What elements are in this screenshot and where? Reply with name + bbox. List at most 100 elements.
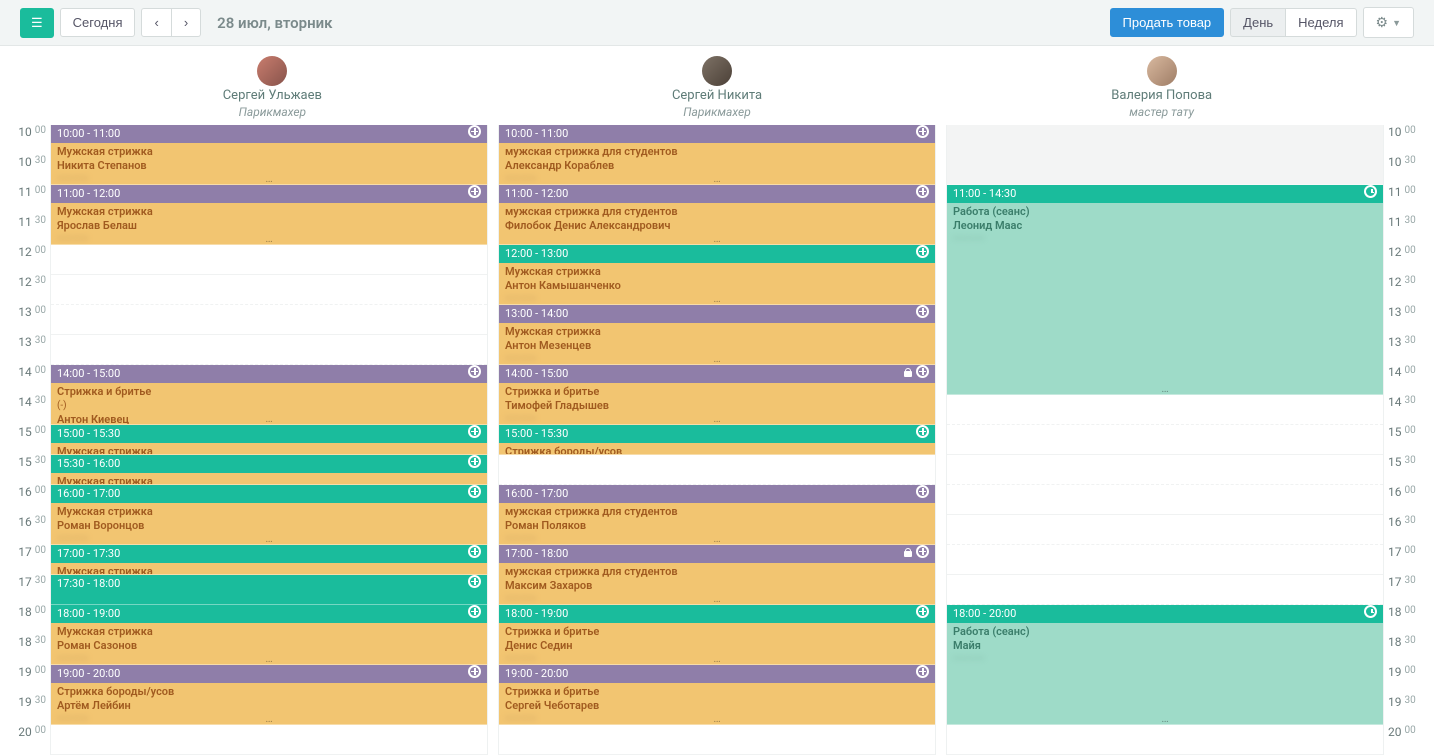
time-label: 12 00: [0, 245, 46, 275]
staff-column[interactable]: 11:00 - 14:30Работа (сеанс)Леонид Маас——…: [946, 125, 1384, 755]
staff-name-link[interactable]: Валерия Попова: [1111, 88, 1212, 103]
appointment[interactable]: 18:00 - 19:00Мужская стрижкаРоман Сазоно…: [51, 605, 487, 665]
appointment-client: Роман Сазонов: [57, 639, 481, 653]
plus-icon[interactable]: [916, 365, 929, 378]
appointment[interactable]: 15:30 - 16:00Мужская стрижка: [51, 455, 487, 485]
staff-cell[interactable]: Валерия Попова мастер тату: [939, 56, 1384, 119]
plus-icon[interactable]: [468, 455, 481, 468]
appointment[interactable]: 19:00 - 20:00Стрижка бороды/усовАртём Ле…: [51, 665, 487, 725]
today-button[interactable]: Сегодня: [60, 8, 136, 37]
day-view-button[interactable]: День: [1230, 8, 1286, 37]
plus-icon[interactable]: [916, 605, 929, 618]
appointment[interactable]: 16:00 - 17:00мужская стрижка для студент…: [499, 485, 935, 545]
clock-icon[interactable]: [1364, 185, 1377, 198]
appointment-client: Александр Кораблев: [505, 159, 929, 173]
appointment[interactable]: 17:00 - 17:30Мужская стрижка: [51, 545, 487, 575]
appointment-service: Стрижка бороды/усов: [57, 685, 481, 699]
plus-icon[interactable]: [916, 665, 929, 678]
time-label: 19 00: [0, 665, 46, 695]
time-label: 16 30: [0, 515, 46, 545]
appointment-time: 16:00 - 17:00: [505, 485, 568, 503]
appointment[interactable]: 18:00 - 20:00Работа (сеанс)Майя————…: [947, 605, 1383, 725]
staff-name-link[interactable]: Сергей Ульжаев: [223, 88, 322, 103]
time-label: 17 30: [1388, 575, 1434, 605]
plus-icon[interactable]: [916, 245, 929, 258]
appointment[interactable]: 10:00 - 11:00мужская стрижка для студент…: [499, 125, 935, 185]
plus-icon[interactable]: [468, 185, 481, 198]
appointment[interactable]: 11:00 - 14:30Работа (сеанс)Леонид Маас——…: [947, 185, 1383, 395]
time-label: 14 00: [0, 365, 46, 395]
appointment-service: Стрижка и бритье: [505, 625, 929, 639]
appointment-client: Денис Седин: [505, 639, 929, 653]
appointment-header: 18:00 - 19:00: [499, 605, 935, 623]
appointment[interactable]: 10:00 - 11:00Мужская стрижкаНикита Степа…: [51, 125, 487, 185]
appointment-header: 18:00 - 20:00: [947, 605, 1383, 623]
appointment[interactable]: 12:00 - 13:00Мужская стрижкаАнтон Камыша…: [499, 245, 935, 305]
sell-button[interactable]: Продать товар: [1110, 8, 1225, 37]
staff-role: мастер тату: [1129, 105, 1194, 119]
appointment-client: Максим Захаров: [505, 579, 929, 593]
appointment[interactable]: 11:00 - 12:00мужская стрижка для студент…: [499, 185, 935, 245]
time-label: 13 30: [1388, 335, 1434, 365]
appointment[interactable]: 17:00 - 18:00 мужская стрижка для студент…: [499, 545, 935, 605]
plus-icon[interactable]: [468, 125, 481, 138]
staff-cell[interactable]: Сергей Ульжаев Парикмахер: [50, 56, 495, 119]
plus-icon[interactable]: [468, 665, 481, 678]
plus-icon[interactable]: [468, 485, 481, 498]
prev-button[interactable]: ‹: [141, 8, 171, 37]
appointment[interactable]: 14:00 - 15:00Стрижка и бритье(-)Антон Ки…: [51, 365, 487, 425]
more-indicator: …: [947, 716, 1383, 722]
time-label: 10 30: [0, 155, 46, 185]
plus-icon[interactable]: [916, 545, 929, 558]
appointment-client: Филобок Денис Александрович: [505, 219, 929, 233]
appointment[interactable]: 19:00 - 20:00Стрижка и бритьеСергей Чебо…: [499, 665, 935, 725]
appointment-time: 12:00 - 13:00: [505, 245, 568, 263]
plus-icon[interactable]: [916, 185, 929, 198]
schedule-columns: 10:00 - 11:00Мужская стрижкаНикита Степа…: [50, 125, 1384, 755]
appointment[interactable]: 17:30 - 18:00: [51, 575, 487, 605]
plus-icon[interactable]: [468, 545, 481, 558]
appointment[interactable]: 13:00 - 14:00Мужская стрижкаАнтон Мезенц…: [499, 305, 935, 365]
appointment[interactable]: 16:00 - 17:00Мужская стрижкаРоман Воронц…: [51, 485, 487, 545]
appointment[interactable]: 18:00 - 19:00 Стрижка и бритьеДенис Седин…: [499, 605, 935, 665]
plus-icon[interactable]: [468, 575, 481, 588]
time-label: 18 30: [0, 635, 46, 665]
plus-icon[interactable]: [468, 605, 481, 618]
menu-button[interactable]: ☰: [20, 8, 54, 38]
appointment-service: Мужская стрижка: [57, 205, 481, 219]
appointment-service: мужская стрижка для студентов: [505, 565, 929, 579]
more-indicator: …: [499, 416, 935, 422]
time-label: 12 00: [1388, 245, 1434, 275]
staff-cell[interactable]: Сергей Никита Парикмахер: [495, 56, 940, 119]
week-view-button[interactable]: Неделя: [1286, 8, 1356, 37]
appointment-header: 10:00 - 11:00: [499, 125, 935, 143]
lock-icon: [903, 548, 913, 558]
appointment-time: 10:00 - 11:00: [505, 125, 568, 143]
staff-name-link[interactable]: Сергей Никита: [672, 88, 762, 103]
appointment-body: Мужская стрижка: [51, 563, 487, 575]
time-label: 14 30: [1388, 395, 1434, 425]
appointment[interactable]: 14:00 - 15:00Стрижка и бритьеТимофей Гла…: [499, 365, 935, 425]
appointment[interactable]: 11:00 - 12:00Мужская стрижкаЯрослав Бела…: [51, 185, 487, 245]
staff-column[interactable]: 10:00 - 11:00 мужская стрижка для студент…: [498, 125, 936, 755]
appointment[interactable]: 15:00 - 15:30Стрижка бороды/усов: [499, 425, 935, 455]
plus-icon[interactable]: [916, 485, 929, 498]
appointment-client: Антон Камышанченко: [505, 279, 929, 293]
time-label: 13 00: [1388, 305, 1434, 335]
plus-icon[interactable]: [468, 365, 481, 378]
staff-column[interactable]: 10:00 - 11:00Мужская стрижкаНикита Степа…: [50, 125, 488, 755]
plus-icon[interactable]: [468, 425, 481, 438]
time-label: 18 00: [1388, 605, 1434, 635]
appointment-header: 10:00 - 11:00: [51, 125, 487, 143]
plus-icon[interactable]: [916, 425, 929, 438]
plus-icon[interactable]: [916, 305, 929, 318]
appointment-time: 17:00 - 18:00: [505, 545, 568, 563]
settings-button[interactable]: ⚙▼: [1363, 7, 1414, 38]
appointment-header: 19:00 - 20:00: [499, 665, 935, 683]
clock-icon[interactable]: [1364, 605, 1377, 618]
appointment-time: 11:00 - 12:00: [57, 185, 120, 203]
plus-icon[interactable]: [916, 125, 929, 138]
next-button[interactable]: ›: [172, 8, 201, 37]
more-indicator: …: [51, 536, 487, 542]
appointment[interactable]: 15:00 - 15:30Мужская стрижка: [51, 425, 487, 455]
